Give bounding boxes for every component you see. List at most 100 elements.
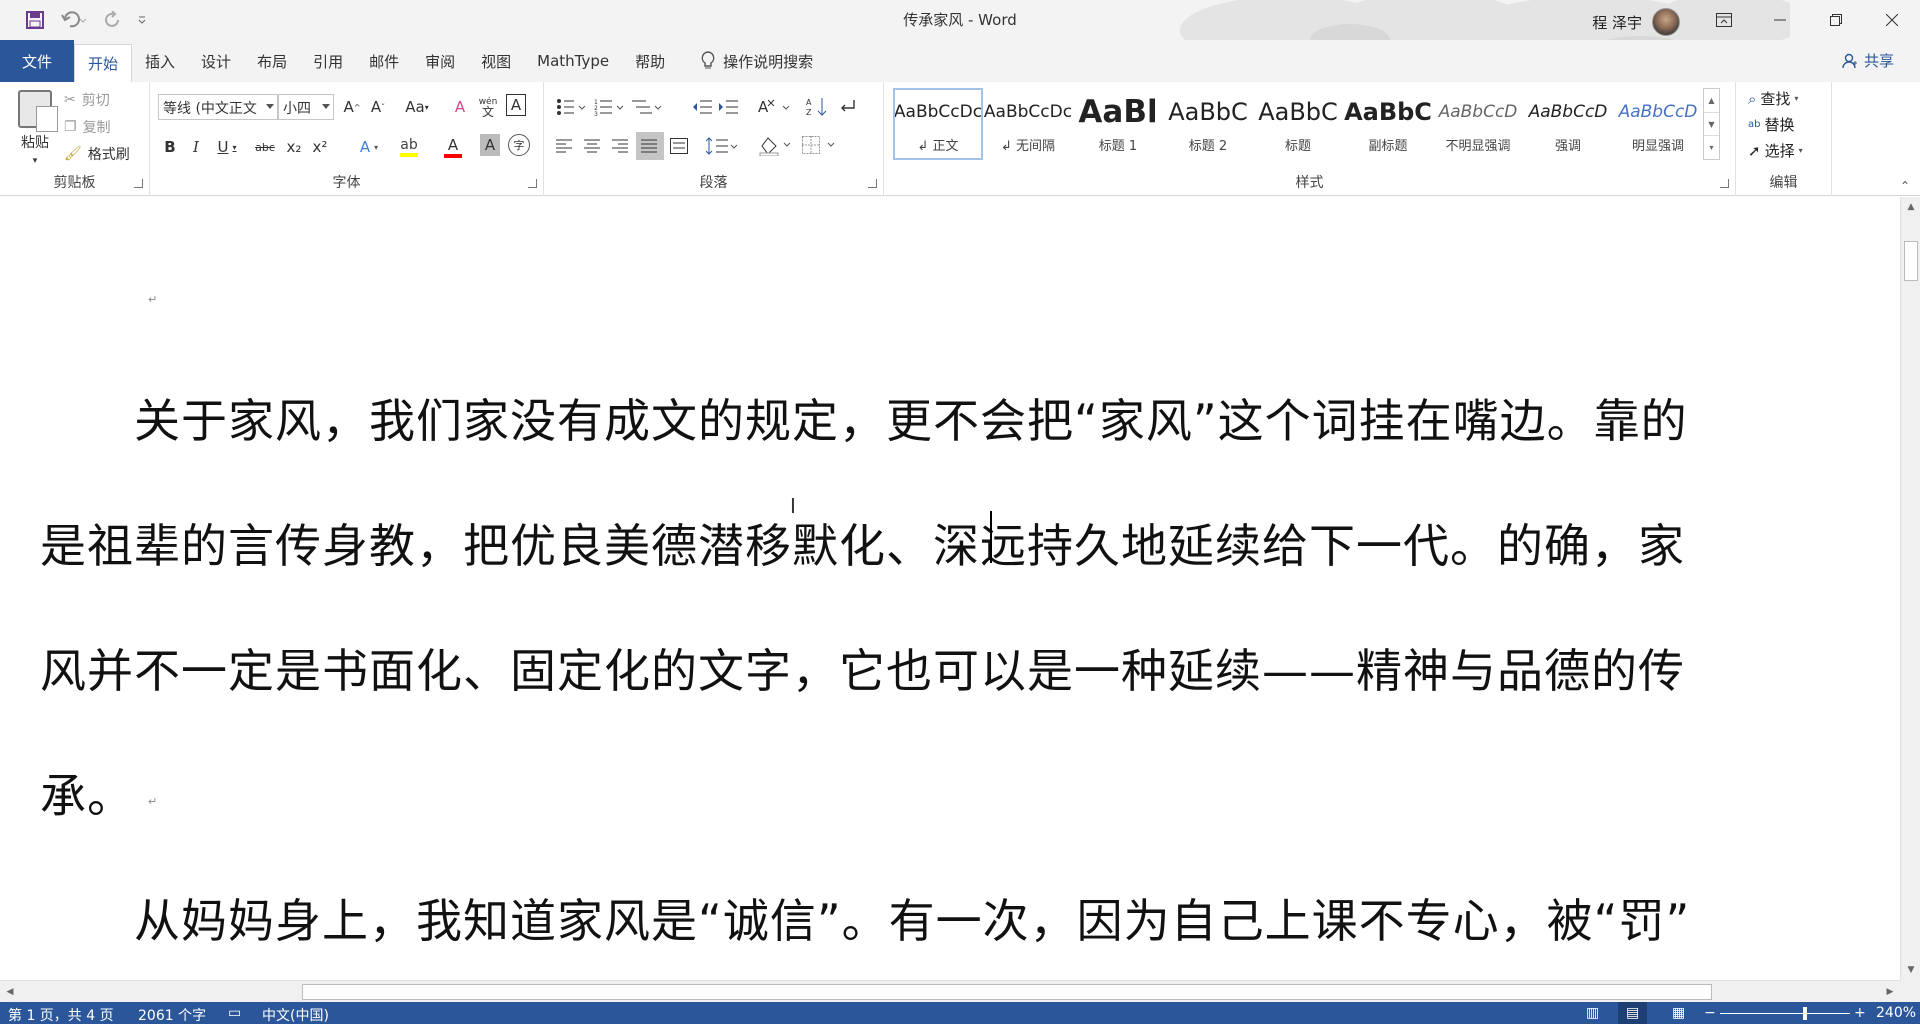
horizontal-scroll-thumb[interactable] bbox=[302, 984, 1712, 1000]
replace-button[interactable]: ab 替换 bbox=[1748, 114, 1795, 135]
gallery-up-icon[interactable]: ▲ bbox=[1704, 89, 1719, 113]
web-layout-icon[interactable]: ▦ bbox=[1672, 1005, 1685, 1021]
scroll-up-icon[interactable]: ▲ bbox=[1901, 197, 1920, 217]
font-size-combo[interactable]: 小四 bbox=[278, 94, 334, 120]
zoom-slider-thumb[interactable] bbox=[1802, 1007, 1807, 1020]
borders-icon[interactable] bbox=[802, 136, 838, 154]
style-title[interactable]: AaBbC 标题 bbox=[1253, 88, 1343, 160]
decrease-indent-icon[interactable] bbox=[692, 98, 712, 116]
tab-review[interactable]: 审阅 bbox=[412, 43, 468, 79]
styles-launcher-icon[interactable] bbox=[1720, 179, 1729, 188]
sort-icon[interactable]: AZ bbox=[806, 96, 828, 118]
vertical-scrollbar[interactable]: ▲ ▼ bbox=[1900, 197, 1920, 980]
show-hide-marks-icon[interactable] bbox=[838, 96, 858, 118]
bold-button[interactable]: B bbox=[158, 134, 182, 160]
restore-icon[interactable] bbox=[1808, 0, 1864, 40]
phonetic-guide-button[interactable]: wén 文 bbox=[476, 94, 500, 120]
text-effects-icon[interactable]: A ▾ bbox=[352, 134, 386, 160]
tab-view[interactable]: 视图 bbox=[468, 43, 524, 79]
word-count[interactable]: 2061 个字 bbox=[138, 1005, 206, 1025]
style-normal[interactable]: AaBbCcDc ↲ 正文 bbox=[893, 88, 983, 160]
tab-layout[interactable]: 布局 bbox=[244, 43, 300, 79]
style-no-spacing[interactable]: AaBbCcDc ↲ 无间隔 bbox=[983, 88, 1073, 160]
asian-layout-icon[interactable]: A bbox=[758, 96, 792, 118]
italic-button[interactable]: I bbox=[184, 134, 208, 160]
document-line[interactable]: 承。 bbox=[40, 760, 134, 826]
select-button[interactable]: ➚ 选择 ▾ bbox=[1748, 140, 1803, 161]
change-case-button[interactable]: Aa ▾ bbox=[400, 94, 434, 120]
language[interactable]: 中文(中国) bbox=[262, 1005, 329, 1025]
tab-mathtype[interactable]: MathType bbox=[524, 43, 622, 79]
proofing-icon[interactable]: ▭ bbox=[228, 1005, 241, 1021]
horizontal-scrollbar[interactable]: ◀ ▶ bbox=[0, 980, 1900, 1002]
justify-button[interactable] bbox=[636, 132, 664, 160]
document-line[interactable]: 风并不一定是书面化、固定化的文字，它也可以是一种延续——精神与品德的传 bbox=[40, 635, 1685, 701]
increase-indent-icon[interactable] bbox=[718, 98, 738, 116]
copy-button[interactable]: ❐ 复制 bbox=[64, 117, 111, 137]
paste-button[interactable]: 粘贴 ▾ bbox=[12, 88, 58, 168]
read-mode-icon[interactable]: ▥ bbox=[1586, 1005, 1599, 1021]
zoom-out-button[interactable]: − bbox=[1704, 1005, 1716, 1021]
document-page[interactable]: ↵ 关于家风，我们家没有成文的规定，更不会把“家风”这个词挂在嘴边。靠的 是祖辈… bbox=[0, 197, 1900, 980]
clipboard-launcher-icon[interactable] bbox=[134, 179, 143, 188]
tab-insert[interactable]: 插入 bbox=[132, 43, 188, 79]
font-launcher-icon[interactable] bbox=[528, 179, 537, 188]
minimize-icon[interactable] bbox=[1752, 0, 1808, 40]
format-painter-button[interactable]: 🖌 格式刷 bbox=[64, 144, 130, 164]
find-button[interactable]: ⌕ 查找 ▾ bbox=[1748, 88, 1798, 109]
share-button[interactable]: 共享 bbox=[1842, 50, 1894, 71]
zoom-level[interactable]: 240% bbox=[1876, 1005, 1916, 1021]
strikethrough-button[interactable]: abc bbox=[250, 134, 280, 160]
bullets-icon[interactable] bbox=[556, 98, 586, 116]
scroll-down-icon[interactable]: ▼ bbox=[1901, 960, 1920, 980]
scroll-right-icon[interactable]: ▶ bbox=[1880, 982, 1900, 1002]
style-heading-2[interactable]: AaBbC 标题 2 bbox=[1163, 88, 1253, 160]
style-emphasis[interactable]: AaBbCcD 强调 bbox=[1523, 88, 1613, 160]
user-account[interactable]: 程 泽宇 bbox=[1592, 8, 1680, 36]
tab-mailings[interactable]: 邮件 bbox=[356, 43, 412, 79]
avatar[interactable] bbox=[1652, 8, 1680, 36]
collapse-ribbon-icon[interactable]: ⌃ bbox=[1900, 179, 1910, 193]
align-center-icon[interactable] bbox=[584, 138, 602, 154]
vertical-scroll-thumb[interactable] bbox=[1904, 241, 1918, 281]
shrink-font-icon[interactable]: Aˇ bbox=[366, 94, 390, 120]
page-count[interactable]: 第 1 页，共 4 页 bbox=[8, 1005, 114, 1025]
close-icon[interactable] bbox=[1864, 0, 1920, 40]
numbering-icon[interactable]: 123 bbox=[594, 98, 624, 116]
style-subtle-emphasis[interactable]: AaBbCcD 不明显强调 bbox=[1433, 88, 1523, 160]
clear-formatting-icon[interactable]: A bbox=[448, 94, 472, 120]
tab-design[interactable]: 设计 bbox=[188, 43, 244, 79]
tab-references[interactable]: 引用 bbox=[300, 43, 356, 79]
line-spacing-icon[interactable] bbox=[706, 136, 740, 156]
scroll-left-icon[interactable]: ◀ bbox=[0, 982, 20, 1002]
superscript-button[interactable]: x² bbox=[308, 134, 332, 160]
character-shading-button[interactable]: A bbox=[480, 134, 500, 156]
multilevel-list-icon[interactable] bbox=[632, 98, 662, 116]
document-line[interactable]: 是祖辈的言传身教，把优良美德潜移默化、深远持久地延续给下一代。的确，家 bbox=[40, 510, 1685, 576]
enclose-characters-icon[interactable]: 字 bbox=[508, 134, 530, 156]
ribbon-display-options-icon[interactable] bbox=[1696, 0, 1752, 40]
style-subtitle[interactable]: AaBbC 副标题 bbox=[1343, 88, 1433, 160]
gallery-down-icon[interactable]: ▼ bbox=[1704, 113, 1719, 137]
character-border-button[interactable]: A bbox=[506, 94, 526, 116]
paragraph-launcher-icon[interactable] bbox=[868, 179, 877, 188]
font-color-icon[interactable]: A bbox=[436, 134, 470, 160]
cut-button[interactable]: ✂ 剪切 bbox=[64, 90, 110, 110]
distributed-icon[interactable] bbox=[670, 138, 688, 154]
zoom-slider[interactable] bbox=[1720, 1013, 1850, 1014]
document-line[interactable]: 从妈妈身上，我知道家风是“诚信”。有一次，因为自己上课不专心，被“罚” bbox=[40, 885, 1690, 951]
align-right-icon[interactable] bbox=[612, 138, 630, 154]
tab-home[interactable]: 开始 bbox=[74, 44, 133, 82]
document-line[interactable]: 关于家风，我们家没有成文的规定，更不会把“家风”这个词挂在嘴边。靠的 bbox=[40, 385, 1688, 451]
subscript-button[interactable]: x₂ bbox=[282, 134, 306, 160]
align-left-icon[interactable] bbox=[556, 138, 574, 154]
style-heading-1[interactable]: AaBl 标题 1 bbox=[1073, 88, 1163, 160]
tab-file[interactable]: 文件 bbox=[0, 40, 75, 82]
shading-icon[interactable] bbox=[758, 134, 794, 156]
tab-help[interactable]: 帮助 bbox=[622, 43, 678, 79]
grow-font-icon[interactable]: A ^ bbox=[340, 94, 364, 120]
tell-me-search[interactable]: 操作说明搜索 bbox=[688, 43, 826, 79]
underline-button[interactable]: U ▾ bbox=[210, 134, 244, 160]
print-layout-icon[interactable]: ▤ bbox=[1618, 1002, 1648, 1024]
zoom-in-button[interactable]: + bbox=[1854, 1005, 1866, 1021]
